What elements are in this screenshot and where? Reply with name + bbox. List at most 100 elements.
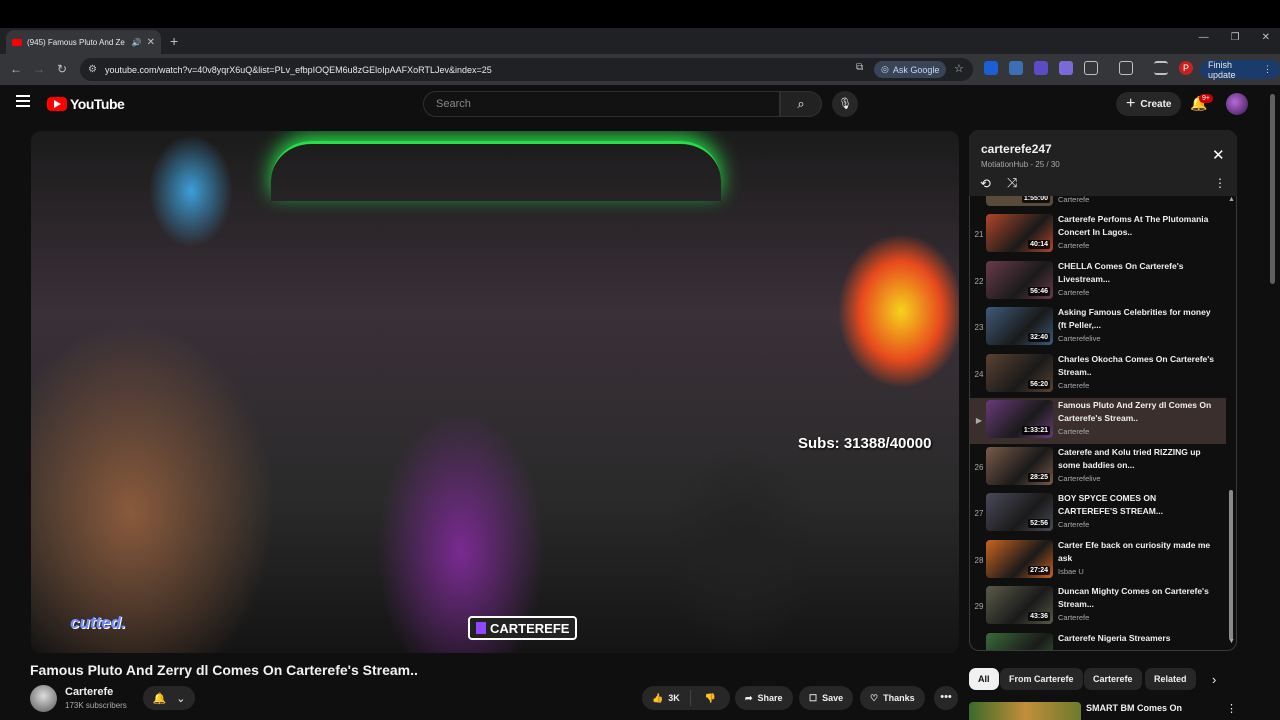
reload-icon[interactable]: ↻ (57, 62, 67, 76)
youtube-favicon-icon (12, 38, 22, 46)
save-icon: ☐ (809, 692, 818, 703)
minimize-button[interactable]: — (1199, 32, 1209, 43)
playlist-menu-icon[interactable]: ⋮ (1214, 176, 1226, 190)
playlist-item-index: 22 (974, 276, 984, 286)
subscription-bell-button[interactable]: 🔔 ⌄ (143, 686, 195, 710)
back-icon[interactable]: ← (10, 62, 22, 76)
channel-avatar[interactable] (30, 685, 57, 712)
chip-from-carterefe[interactable]: From Carterefe (1000, 668, 1083, 690)
scroll-up-icon[interactable]: ▲ (1228, 196, 1235, 203)
create-button[interactable]: + Create (1116, 92, 1182, 116)
duration-badge: 52:56 (1028, 519, 1050, 528)
playlist-scrollbar[interactable]: ▲ ▼ (1228, 196, 1235, 648)
chip-all[interactable]: All (969, 668, 999, 690)
playlist-item-channel: Carterefe (1058, 287, 1090, 297)
create-label: Create (1140, 98, 1172, 110)
site-info-icon[interactable]: ⚙ (88, 64, 97, 75)
playlist-close-icon[interactable]: ✕ (1212, 146, 1225, 164)
finish-update-label: Finish update (1208, 59, 1236, 80)
playlist-thumbnail: 32:40 (986, 307, 1053, 345)
playlist-item[interactable]: 22 56:46 CHELLA Comes On Carterefe's Lives… (970, 259, 1226, 305)
search-icon: ⌕ (797, 96, 805, 111)
playlist-item[interactable]: 1:55:00 Carterefe (970, 196, 1226, 212)
scrollbar-thumb[interactable] (1229, 490, 1233, 640)
channel-name[interactable]: Carterefe (65, 686, 113, 698)
duration-badge: 56:46 (1028, 286, 1050, 296)
close-window-button[interactable]: ✕ (1262, 32, 1270, 43)
scroll-down-icon[interactable]: ▼ (1228, 638, 1235, 645)
ask-google-button[interactable]: ◎ Ask Google (874, 61, 947, 78)
neon-light-decoration (271, 141, 721, 201)
playlist-item-channel: Carterefe (1058, 196, 1090, 204)
profile-icon[interactable]: P (1179, 61, 1193, 75)
account-avatar[interactable] (1226, 93, 1248, 115)
microphone-icon: 🎙 (838, 98, 852, 110)
chip-related[interactable]: Related (1145, 668, 1196, 690)
youtube-wordmark: YouTube (70, 96, 125, 112)
top-black-strip (0, 0, 1280, 28)
playlist-item[interactable]: 23 32:40 Asking Famous Celebrities for mon… (970, 305, 1226, 351)
voice-search-button[interactable]: 🎙 (832, 91, 858, 117)
recommendation-title[interactable]: SMART BM Comes On (1086, 703, 1182, 713)
tab-close-icon[interactable]: ✕ (147, 37, 155, 48)
chip-carterefe[interactable]: Carterefe (1084, 668, 1142, 690)
video-player[interactable] (31, 131, 959, 653)
playlist-item[interactable]: 21 40:14 Carterefe Perfoms At The Plutoman… (970, 212, 1226, 258)
playlist-item-title: Duncan Mighty Comes on Carterefe's Strea… (1058, 586, 1209, 609)
browser-tab[interactable]: (945) Famous Pluto And Ze 🔊 ✕ (6, 30, 161, 54)
like-button[interactable]: 👍 3K (642, 690, 691, 706)
extension-cloud-icon[interactable] (1059, 61, 1073, 75)
extension-translate-icon[interactable] (1009, 61, 1023, 75)
extensions-puzzle-icon[interactable] (1084, 61, 1098, 75)
plus-icon: + (1126, 95, 1136, 112)
window-controls: — ❐ ✕ (1199, 32, 1270, 43)
search-input[interactable]: Search (423, 91, 780, 117)
playlist-item-title: Caterefe and Kolu tried RIZZING up some … (1058, 446, 1201, 470)
playlist-item[interactable]: 27 52:56 BOY SPYCE COMES ON CARTEREFE'S ST… (970, 491, 1226, 537)
playlist-item[interactable]: 28 27:24 Carter Efe back on curiosity made… (970, 538, 1226, 584)
duration-badge: 32:40 (1028, 333, 1050, 342)
finish-update-button[interactable]: Finish update ⋮ (1200, 59, 1280, 80)
playlist-thumbnail: 56:46 (986, 260, 1053, 299)
playlist-thumbnail: 27:24 (986, 539, 1053, 578)
maximize-button[interactable]: ❐ (1231, 32, 1240, 43)
playlist-item-current[interactable]: ▶ 1:33:21 Famous Pluto And Zerry dl Comes … (970, 398, 1226, 444)
recommendation-menu-icon[interactable]: ⋮ (1226, 702, 1237, 715)
save-button[interactable]: ☐ Save (799, 686, 854, 710)
search-button[interactable]: ⌕ (780, 91, 822, 117)
page-scrollbar[interactable] (1270, 94, 1275, 284)
bookmark-star-icon[interactable]: ☆ (954, 62, 964, 75)
cast-icon[interactable]: ⧉ (856, 62, 863, 73)
shuffle-icon[interactable]: ⤨ (1007, 175, 1017, 191)
new-tab-button[interactable]: + (170, 33, 178, 49)
thanks-button[interactable]: ♡ Thanks (860, 686, 925, 710)
playlist-thumbnail: 1:33:21 (986, 400, 1053, 438)
hamburger-menu-icon[interactable] (16, 95, 30, 110)
speaker-icon[interactable]: 🔊 (132, 38, 142, 47)
duration-badge: 43:36 (1028, 612, 1050, 621)
extension-shield-icon[interactable] (1034, 61, 1048, 75)
chevron-right-icon[interactable]: › (1212, 672, 1216, 687)
share-button[interactable]: ➦ Share (735, 686, 793, 710)
save-label: Save (822, 693, 844, 703)
reading-list-icon[interactable] (1154, 61, 1168, 75)
playlist-item[interactable]: 29 43:36 Duncan Mighty Comes on Carterefe'… (970, 584, 1226, 630)
forward-icon[interactable]: → (33, 62, 45, 76)
more-actions-icon[interactable]: ••• (934, 686, 958, 710)
playlist-item[interactable]: 26 28:25 Caterefe and Kolu tried RIZZING u… (970, 445, 1226, 491)
twitch-icon (476, 622, 486, 634)
tab-search-icon[interactable] (1119, 61, 1133, 75)
playlist-item[interactable]: 24 56:20 Charles Okocha Comes On Carterefe… (970, 352, 1226, 398)
address-bar[interactable]: ⚙ youtube.com/watch?v=40v8yqrX6uQ&list=P… (80, 58, 973, 81)
playlist-thumbnail (986, 632, 1053, 650)
dislike-button[interactable]: 👎 (696, 693, 725, 704)
playlist-thumbnail: 40:14 (986, 214, 1053, 252)
recommendation-thumbnail[interactable] (969, 702, 1081, 720)
extension-n-icon[interactable] (984, 61, 998, 75)
playlist-item[interactable]: Carterefe Nigeria Streamers (970, 631, 1226, 650)
playlist-title[interactable]: carterefe247 (981, 142, 1052, 156)
loop-icon[interactable]: ⟲ (980, 176, 991, 192)
playlist-thumbnail: 56:20 (986, 353, 1053, 392)
youtube-logo[interactable]: YouTube (47, 96, 125, 112)
lens-icon: ◎ (881, 64, 889, 74)
